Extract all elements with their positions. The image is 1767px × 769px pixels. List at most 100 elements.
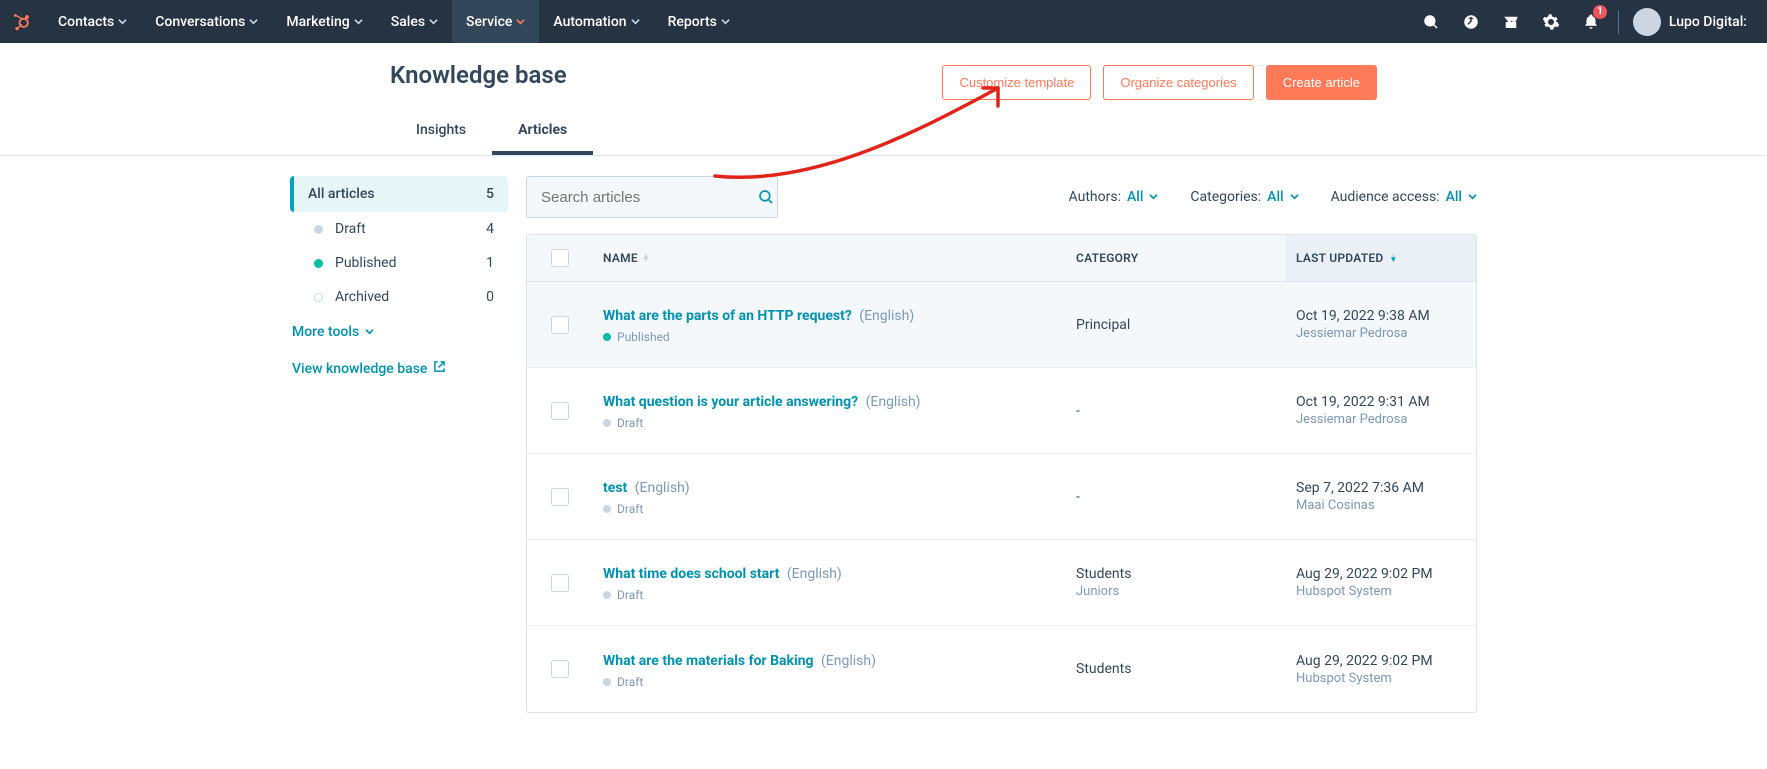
tab-insights[interactable]: Insights bbox=[390, 108, 492, 155]
nav-item-sales[interactable]: Sales bbox=[377, 0, 452, 43]
article-title-link[interactable]: What question is your article answering? bbox=[603, 394, 858, 410]
article-title-link[interactable]: test bbox=[603, 480, 627, 496]
row-name-cell: What are the parts of an HTTP request? (… bbox=[593, 291, 1066, 358]
row-category-cell: StudentsJuniors bbox=[1066, 552, 1286, 613]
search-icon[interactable] bbox=[754, 188, 777, 206]
select-all-checkbox[interactable] bbox=[551, 249, 569, 267]
status-dot-icon bbox=[314, 225, 323, 234]
updated-date: Oct 19, 2022 9:31 AM bbox=[1296, 394, 1466, 410]
nav-item-reports[interactable]: Reports bbox=[654, 0, 744, 43]
top-nav: Contacts Conversations MarketingSalesServi… bbox=[0, 0, 1767, 43]
articles-table: NAME ▲▼ CATEGORY LAST UPDATED ▲▼ What ar… bbox=[526, 234, 1477, 713]
article-language: (English) bbox=[856, 308, 914, 324]
col-category-header[interactable]: CATEGORY bbox=[1066, 235, 1286, 281]
col-category-label: CATEGORY bbox=[1076, 251, 1138, 265]
table-row: What time does school start (English) Dra… bbox=[527, 540, 1476, 626]
article-status-label: Draft bbox=[617, 675, 643, 689]
authors-filter[interactable]: Authors: All bbox=[1069, 189, 1159, 205]
search-input-wrap bbox=[526, 176, 778, 218]
row-checkbox[interactable] bbox=[551, 488, 569, 506]
updated-date: Sep 7, 2022 7:36 AM bbox=[1296, 480, 1466, 496]
row-updated-cell: Oct 19, 2022 9:31 AM Jessiemar Pedrosa bbox=[1286, 380, 1476, 441]
sidebar-item-archived[interactable]: Archived0 bbox=[290, 280, 508, 314]
table-header: NAME ▲▼ CATEGORY LAST UPDATED ▲▼ bbox=[527, 235, 1476, 282]
chevron-down-icon bbox=[1468, 189, 1477, 205]
updated-date: Aug 29, 2022 9:02 PM bbox=[1296, 566, 1466, 582]
category-label: - bbox=[1076, 403, 1276, 419]
audience-filter[interactable]: Audience access: All bbox=[1331, 189, 1477, 205]
col-last-updated-header[interactable]: LAST UPDATED ▲▼ bbox=[1286, 235, 1476, 281]
tab-articles[interactable]: Articles bbox=[492, 108, 593, 155]
row-checkbox[interactable] bbox=[551, 660, 569, 678]
article-title-link[interactable]: What are the parts of an HTTP request? bbox=[603, 308, 852, 324]
search-icon[interactable] bbox=[1412, 0, 1450, 43]
categories-filter-label: Categories: bbox=[1190, 189, 1261, 205]
nav-item-service[interactable]: Service bbox=[452, 0, 539, 43]
article-status: Draft bbox=[603, 502, 1056, 516]
article-title-link[interactable]: What are the materials for Baking bbox=[603, 653, 814, 669]
row-checkbox[interactable] bbox=[551, 316, 569, 334]
nav-item-automation[interactable]: Automation bbox=[539, 0, 653, 43]
body-grid: All articles5 Draft 4 Published1Archived0 M… bbox=[0, 156, 1767, 753]
account-menu[interactable]: Lupo Digital: bbox=[1627, 0, 1757, 43]
col-last-updated-label: LAST UPDATED bbox=[1296, 251, 1383, 265]
categories-filter[interactable]: Categories: All bbox=[1190, 189, 1298, 205]
article-title-link[interactable]: What time does school start bbox=[603, 566, 779, 582]
sidebar-item-draft[interactable]: Draft 4 bbox=[290, 212, 508, 246]
row-category-cell: - bbox=[1066, 475, 1286, 519]
col-name-header[interactable]: NAME ▲▼ bbox=[593, 235, 1066, 281]
status-dot-icon bbox=[603, 333, 611, 341]
sidebar-item-label: Draft bbox=[335, 221, 474, 237]
more-tools-link[interactable]: More tools bbox=[290, 314, 508, 350]
chevron-down-icon bbox=[118, 14, 127, 30]
nav-item-contacts[interactable]: Contacts bbox=[44, 0, 141, 43]
nav-item-conversations[interactable]: Conversations bbox=[141, 0, 272, 43]
status-dot-icon bbox=[314, 259, 323, 268]
tabs: InsightsArticles bbox=[390, 108, 1377, 155]
row-category-cell: Principal bbox=[1066, 303, 1286, 347]
marketplace-icon[interactable] bbox=[1492, 0, 1530, 43]
article-language: (English) bbox=[783, 566, 841, 582]
view-kb-label: View knowledge base bbox=[292, 361, 427, 377]
chevron-down-icon bbox=[631, 14, 640, 30]
chevron-down-icon bbox=[516, 14, 525, 30]
col-checkbox-header bbox=[527, 235, 593, 281]
chevron-down-icon bbox=[354, 14, 363, 30]
sidebar-item-published[interactable]: Published1 bbox=[290, 246, 508, 280]
audience-filter-label: Audience access: bbox=[1331, 189, 1440, 205]
refresh-icon[interactable] bbox=[1452, 0, 1490, 43]
nav-item-marketing[interactable]: Marketing bbox=[272, 0, 376, 43]
sidebar-item-label: Archived bbox=[335, 289, 474, 305]
updated-date: Oct 19, 2022 9:38 AM bbox=[1296, 308, 1466, 324]
avatar-icon bbox=[1633, 8, 1661, 36]
filters: Authors: All Categories: All Audience ac… bbox=[1069, 189, 1477, 205]
row-checkbox[interactable] bbox=[551, 402, 569, 420]
sidebar-item-all-articles[interactable]: All articles5 bbox=[290, 176, 508, 212]
article-status: Draft bbox=[603, 588, 1056, 602]
sidebar-item-count: 4 bbox=[486, 221, 494, 237]
chevron-down-icon bbox=[1149, 189, 1158, 205]
row-checkbox[interactable] bbox=[551, 574, 569, 592]
authors-filter-label: Authors: bbox=[1069, 189, 1121, 205]
nav-item-label: Conversations bbox=[155, 14, 245, 30]
row-updated-cell: Aug 29, 2022 9:02 PMHubspot System bbox=[1286, 639, 1476, 700]
article-status: Draft bbox=[603, 416, 1056, 430]
authors-filter-value: All bbox=[1127, 189, 1143, 205]
organize-categories-button[interactable]: Organize categories bbox=[1103, 65, 1253, 100]
customize-template-button[interactable]: Customize template bbox=[942, 65, 1091, 100]
row-updated-cell: Oct 19, 2022 9:38 AMJessiemar Pedrosa bbox=[1286, 294, 1476, 355]
view-knowledge-base-link[interactable]: View knowledge base bbox=[290, 350, 508, 387]
nav-divider bbox=[1618, 10, 1619, 34]
sidebar-item-count: 1 bbox=[486, 255, 494, 271]
gear-icon[interactable] bbox=[1532, 0, 1570, 43]
create-article-button[interactable]: Create article bbox=[1266, 65, 1377, 100]
article-status-label: Draft bbox=[617, 588, 643, 602]
row-checkbox-cell bbox=[527, 474, 593, 520]
status-dot-icon bbox=[603, 419, 611, 427]
bell-icon[interactable]: 1 bbox=[1572, 0, 1610, 43]
row-checkbox-cell bbox=[527, 560, 593, 606]
updated-author: Jessiemar Pedrosa bbox=[1296, 412, 1466, 427]
search-input[interactable] bbox=[527, 189, 754, 206]
chevron-down-icon bbox=[721, 14, 730, 30]
hubspot-logo-icon[interactable] bbox=[0, 12, 44, 32]
